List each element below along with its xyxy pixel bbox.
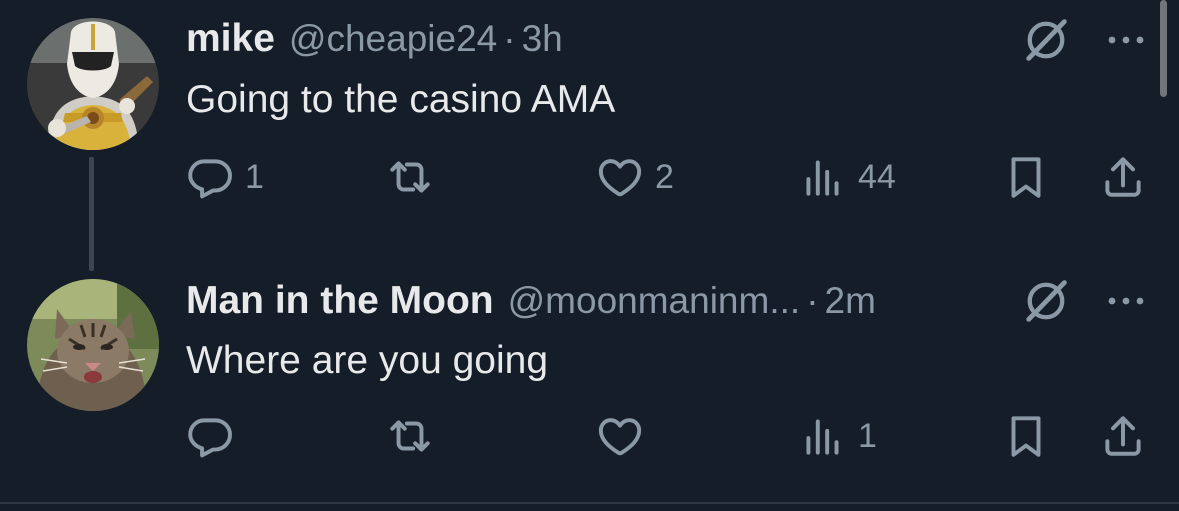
cat-avatar [27,279,159,411]
like-count: 2 [655,157,674,196]
separator: · [503,18,516,59]
avatar[interactable] [27,279,159,411]
like-button[interactable]: 2 [595,152,674,202]
timestamp[interactable]: 3h [522,18,563,60]
bookmark-icon [1001,152,1051,202]
view-count: 44 [858,157,896,196]
tweet[interactable]: Man in the Moon @moonmaninm... · 2m Wher… [0,262,1179,500]
retweet-icon [385,411,435,461]
reply-button[interactable] [185,411,245,461]
more-icon[interactable] [1104,30,1148,50]
retweet-icon [385,152,435,202]
views-button[interactable]: 44 [798,152,896,202]
author-name[interactable]: Man in the Moon [186,279,494,323]
grok-icon[interactable] [1020,275,1072,327]
timestamp[interactable]: 2m [825,280,876,322]
tweet-text: Going to the casino AMA [186,78,616,121]
like-button[interactable] [595,411,655,461]
action-bar: 1 2 44 [0,0,1179,1]
power-ranger-avatar [27,18,159,150]
more-icon[interactable] [1104,291,1148,311]
author-handle[interactable]: @cheapie24 [289,18,497,60]
divider [0,502,1179,504]
view-count: 1 [858,416,877,455]
avatar[interactable] [27,18,159,150]
reply-count: 1 [245,157,264,196]
author-name[interactable]: mike [186,17,275,61]
reply-icon [185,411,235,461]
share-icon [1098,411,1148,461]
thread-line [89,157,94,271]
tweet-header: mike @cheapie24 · 3h [186,16,563,62]
share-icon [1098,152,1148,202]
retweet-button[interactable] [385,411,445,461]
share-button[interactable] [1098,411,1148,461]
separator: · [806,280,819,321]
grok-icon[interactable] [1020,14,1072,66]
bookmark-button[interactable] [1001,152,1051,202]
tweet-text: Where are you going [186,339,549,382]
reply-icon [185,152,235,202]
tweet[interactable]: mike @cheapie24 · 3h Going to the casino… [0,0,1179,271]
scrollbar[interactable] [1160,0,1167,97]
views-icon [798,411,848,461]
bookmark-icon [1001,411,1051,461]
views-icon [798,152,848,202]
retweet-button[interactable] [385,152,445,202]
views-button[interactable]: 1 [798,411,877,461]
bookmark-button[interactable] [1001,411,1051,461]
action-bar: 1 [0,262,1179,263]
reply-button[interactable]: 1 [185,152,264,202]
share-button[interactable] [1098,152,1148,202]
author-handle[interactable]: @moonmaninm... [508,280,801,322]
heart-icon [595,411,645,461]
tweet-header: Man in the Moon @moonmaninm... · 2m [186,278,876,324]
heart-icon [595,152,645,202]
